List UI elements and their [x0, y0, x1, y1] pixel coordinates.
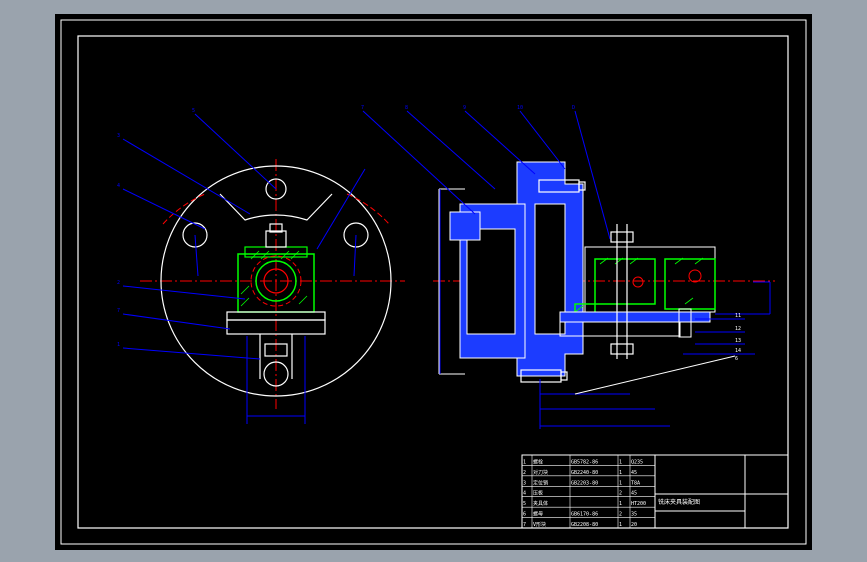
parts-list-cell: 螺栓 — [533, 458, 543, 465]
callout-7b: 7 — [361, 105, 364, 111]
parts-list-cell: GB2240-80 — [571, 470, 598, 476]
parts-list-cell: 2 — [523, 470, 526, 476]
parts-list-cell: 45 — [631, 491, 637, 497]
parts-list-cell: 20 — [631, 522, 637, 528]
callout-11: 11 — [735, 313, 741, 319]
parts-list-cell: GB5782-86 — [571, 459, 598, 465]
cad-drawing: 5 3 4 2 7 1 7 8 9 10 D 11 12 13 14 6 1 螺… — [60, 19, 807, 545]
callout-7: 7 — [117, 308, 120, 314]
parts-list-cell: 45 — [631, 470, 637, 476]
parts-list-cell: 1 — [619, 501, 622, 507]
drawing-name: 铣床夹具装配图 — [658, 498, 700, 506]
callout-4: 4 — [117, 183, 120, 189]
parts-list-cell: 6 — [523, 512, 526, 518]
parts-list-cell: V形块 — [533, 521, 546, 528]
callout-8: 8 — [405, 105, 408, 111]
parts-list-cell: 2 — [619, 491, 622, 497]
parts-list-cell: GB2208-80 — [571, 522, 598, 528]
callout-3: 3 — [117, 133, 120, 139]
callout-6: 6 — [735, 356, 738, 362]
parts-list-cell: 7 — [523, 522, 526, 528]
left-view: 5 3 4 2 7 1 — [117, 108, 405, 424]
callout-d: D — [572, 105, 575, 111]
parts-list-cell: 压板 — [533, 490, 543, 497]
callout-12: 12 — [735, 326, 741, 332]
callout-13: 13 — [735, 338, 741, 344]
parts-list-cell: 夹具体 — [533, 500, 548, 507]
parts-list-cell: 2 — [619, 512, 622, 518]
callout-10: 10 — [517, 105, 523, 111]
parts-list-cell: 对刀块 — [533, 469, 548, 476]
parts-list-cell: 螺母 — [533, 511, 543, 518]
parts-list-cell: 1 — [619, 522, 622, 528]
parts-list-cell: 1 — [619, 459, 622, 465]
parts-list-cell: 3 — [523, 480, 526, 486]
inner-frame — [77, 35, 789, 529]
parts-list-cell: 1 — [619, 480, 622, 486]
parts-list-cell: 1 — [619, 470, 622, 476]
parts-list-cell: 4 — [523, 491, 526, 497]
parts-list-cell: GB2203-80 — [571, 480, 598, 486]
callout-1: 1 — [117, 342, 120, 348]
title-block: 1 螺栓 GB5782-86 1 Q2352 对刀块 GB2240-80 1 453 定位销 GB2… — [521, 454, 789, 529]
parts-list-cell: 定位销 — [533, 479, 548, 486]
callout-5: 5 — [192, 108, 195, 114]
parts-list-cell: Q235 — [631, 459, 643, 465]
parts-list-cell: 5 — [523, 501, 526, 507]
callout-9: 9 — [463, 105, 466, 111]
parts-list-cell: GB6170-86 — [571, 512, 598, 518]
parts-list-cell: T8A — [631, 480, 640, 486]
parts-list-cell: 35 — [631, 512, 637, 518]
section-view: 7 8 9 10 D 11 12 13 14 6 — [361, 105, 775, 429]
callout-14: 14 — [735, 348, 741, 354]
parts-list-cell: HT200 — [631, 501, 646, 507]
drawing-sheet: 5 3 4 2 7 1 7 8 9 10 D 11 12 13 14 6 1 螺… — [55, 14, 812, 550]
parts-list-cell: 1 — [523, 459, 526, 465]
callout-2: 2 — [117, 280, 120, 286]
